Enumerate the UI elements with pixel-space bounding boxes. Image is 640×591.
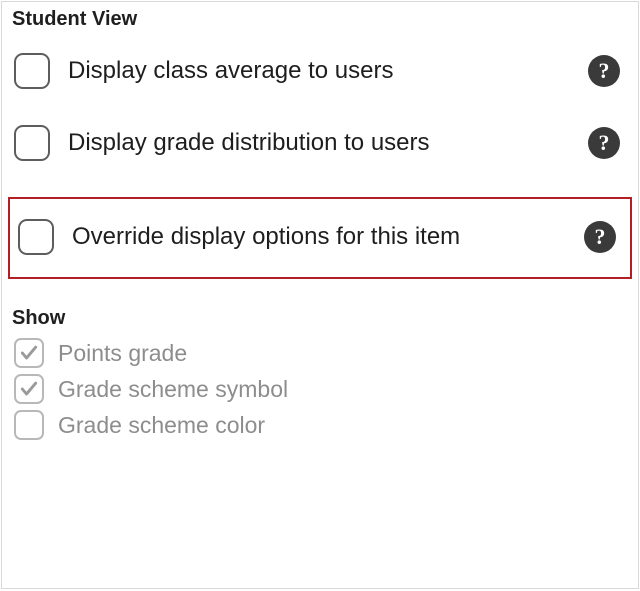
option-row-grade-scheme-color: Grade scheme color xyxy=(14,410,638,440)
settings-panel: Student View Display class average to us… xyxy=(1,1,639,589)
option-row-grade-scheme-symbol: Grade scheme symbol xyxy=(14,374,638,404)
option-label: Points grade xyxy=(58,340,638,367)
help-icon[interactable]: ? xyxy=(584,221,616,253)
show-section: Show Points grade Grade scheme symbol Gr… xyxy=(2,297,638,440)
option-label: Grade scheme color xyxy=(58,412,638,439)
option-label: Override display options for this item xyxy=(72,223,566,251)
show-options-list: Points grade Grade scheme symbol Grade s… xyxy=(2,334,638,440)
option-label: Display grade distribution to users xyxy=(68,129,570,157)
checkbox-grade-scheme-symbol xyxy=(14,374,44,404)
checkbox-override-display-options[interactable] xyxy=(18,219,54,255)
checkbox-grade-distribution[interactable] xyxy=(14,125,50,161)
option-row-class-average: Display class average to users ? xyxy=(2,35,638,107)
student-view-heading: Student View xyxy=(2,2,638,35)
show-heading: Show xyxy=(2,299,638,334)
help-icon[interactable]: ? xyxy=(588,127,620,159)
checkbox-class-average[interactable] xyxy=(14,53,50,89)
option-row-override: Override display options for this item ? xyxy=(10,199,630,277)
checkbox-grade-scheme-color xyxy=(14,410,44,440)
option-row-points-grade: Points grade xyxy=(14,338,638,368)
option-label: Grade scheme symbol xyxy=(58,376,638,403)
override-highlight-box: Override display options for this item ? xyxy=(8,197,632,279)
option-label: Display class average to users xyxy=(68,57,570,85)
help-icon[interactable]: ? xyxy=(588,55,620,87)
option-row-grade-distribution: Display grade distribution to users ? xyxy=(2,107,638,179)
checkbox-points-grade xyxy=(14,338,44,368)
